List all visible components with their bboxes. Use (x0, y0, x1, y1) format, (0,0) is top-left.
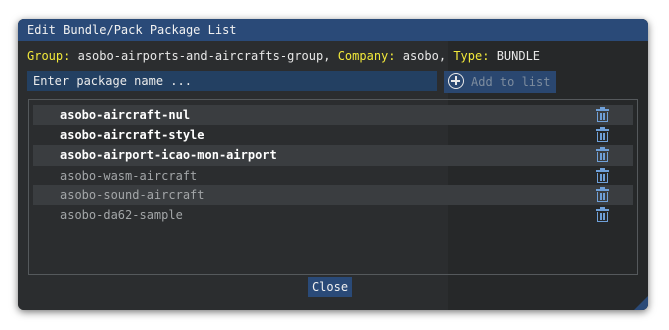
add-to-list-label: Add to list (471, 75, 551, 89)
package-row[interactable]: asobo-wasm-aircraft (33, 165, 633, 185)
trash-icon[interactable] (596, 127, 609, 142)
package-row[interactable]: asobo-sound-aircraft (33, 185, 633, 205)
package-name: asobo-airport-icao-mon-airport (60, 148, 277, 162)
package-name: asobo-aircraft-style (60, 128, 205, 142)
add-to-list-button[interactable]: Add to list (444, 71, 556, 93)
package-name: asobo-sound-aircraft (60, 188, 205, 202)
package-name-input[interactable] (27, 71, 437, 91)
group-value: asobo-airports-and-aircrafts-group, (77, 49, 331, 63)
type-label: Type: (453, 49, 490, 63)
trash-icon[interactable] (596, 147, 609, 162)
package-row[interactable]: asobo-aircraft-nul (33, 105, 633, 125)
resize-grip[interactable] (634, 296, 648, 310)
company-label: Company: (337, 49, 396, 63)
package-name: asobo-wasm-aircraft (60, 169, 198, 183)
package-row[interactable]: asobo-airport-icao-mon-airport (33, 145, 633, 165)
package-name: asobo-da62-sample (60, 208, 183, 222)
edit-package-list-dialog: Edit Bundle/Pack Package List Group: aso… (18, 19, 648, 310)
package-row[interactable]: asobo-da62-sample (33, 205, 633, 225)
bundle-info-line: Group: asobo-airports-and-aircrafts-grou… (27, 49, 540, 63)
plus-circle-icon (448, 73, 464, 89)
package-row[interactable]: asobo-aircraft-style (33, 125, 633, 145)
package-name: asobo-aircraft-nul (60, 108, 191, 122)
trash-icon[interactable] (596, 168, 609, 183)
trash-icon[interactable] (596, 107, 609, 122)
trash-icon[interactable] (596, 187, 609, 202)
type-value: BUNDLE (496, 49, 541, 63)
company-value: asobo, (402, 49, 447, 63)
close-button[interactable]: Close (308, 277, 352, 297)
package-list: asobo-aircraft-nul asobo-aircraft-style as… (28, 99, 638, 275)
dialog-title: Edit Bundle/Pack Package List (18, 19, 648, 41)
trash-icon[interactable] (596, 207, 609, 222)
group-label: Group: (27, 49, 71, 63)
